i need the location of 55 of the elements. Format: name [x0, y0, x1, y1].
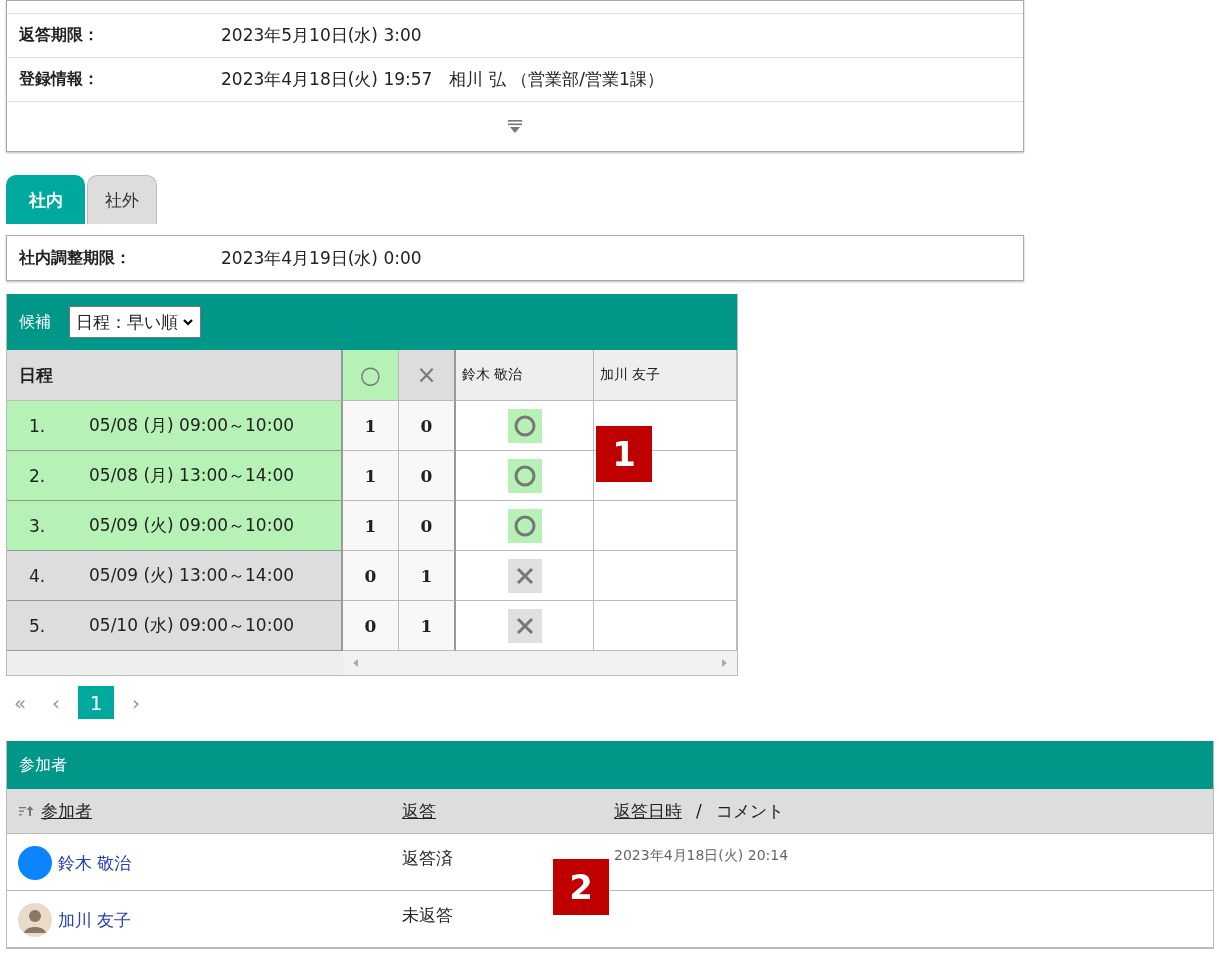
scroll-left-icon[interactable]: [353, 659, 359, 667]
sort-link[interactable]: 参加者: [41, 799, 92, 823]
column-separator: /: [696, 801, 702, 821]
row-number: 5.: [28, 615, 47, 636]
column-header: 鈴木 敬治: [456, 350, 594, 401]
row-number: 4.: [28, 565, 47, 586]
count-text: 1: [364, 415, 377, 436]
date-text: 05/10 (水) 09:00～10:00: [89, 614, 295, 637]
count-text: 0: [420, 465, 433, 486]
avatar-icon: [18, 846, 52, 880]
count-text: 1: [364, 465, 377, 486]
panel-title: 参加者: [19, 754, 67, 776]
sort-icon[interactable]: [19, 805, 35, 817]
field-value: 2023年4月19日(水) 0:00: [221, 246, 422, 270]
horizontal-scrollbar[interactable]: [343, 651, 737, 675]
callout-badge: 2: [553, 859, 609, 915]
column-header: コメント: [715, 799, 784, 823]
row-number: 3.: [28, 515, 47, 536]
reply-status: 返答済: [402, 848, 453, 868]
count-text: 1: [420, 615, 433, 636]
tab[interactable]: 社外: [87, 175, 157, 224]
chevron-down-icon[interactable]: [182, 317, 194, 327]
field-value: 2023年4月18日(火) 19:57 相川 弘 （営業部/営業1課）: [221, 68, 664, 91]
sort-link[interactable]: 返答日時: [614, 799, 682, 823]
participant-link[interactable]: 加川 友子: [58, 908, 132, 932]
count-text: 1: [364, 515, 377, 536]
callout-badge: 1: [596, 426, 652, 482]
field-value: 2023年5月10日(水) 3:00: [221, 24, 422, 47]
reply-status: 未返答: [402, 905, 453, 925]
date-text: 05/08 (月) 13:00～14:00: [89, 464, 295, 487]
scroll-right-icon[interactable]: [721, 659, 727, 667]
participant-link[interactable]: 鈴木 敬治: [58, 851, 132, 875]
reply-datetime: 2023年4月18日(火) 20:14: [614, 847, 789, 865]
row-number: 1.: [28, 415, 47, 436]
circle-mark: ○: [360, 361, 381, 389]
field-label: 社内調整期限：: [19, 247, 132, 269]
panel-title: 候補: [19, 311, 51, 333]
avatar-silhouette-icon: [18, 903, 52, 937]
expand-icon[interactable]: [507, 118, 523, 135]
count-text: 0: [364, 615, 377, 636]
row-number: 2.: [28, 465, 47, 486]
column-header: 加川 友子: [594, 350, 737, 401]
sort-link[interactable]: 返答: [402, 800, 436, 821]
cross-mark: ×: [416, 361, 437, 389]
count-text: 0: [420, 515, 433, 536]
date-text: 05/08 (月) 09:00～10:00: [89, 414, 295, 437]
sort-dropdown[interactable]: 日程：早い順: [69, 306, 201, 338]
date-text: 05/09 (火) 13:00～14:00: [89, 564, 295, 587]
count-text: 1: [420, 565, 433, 586]
count-text: 0: [420, 415, 433, 436]
column-header: 日程: [7, 350, 343, 401]
date-text: 05/09 (火) 09:00～10:00: [89, 514, 295, 537]
count-text: 0: [364, 565, 377, 586]
field-label: 登録情報：: [19, 69, 100, 90]
field-label: 返答期限：: [19, 25, 100, 46]
